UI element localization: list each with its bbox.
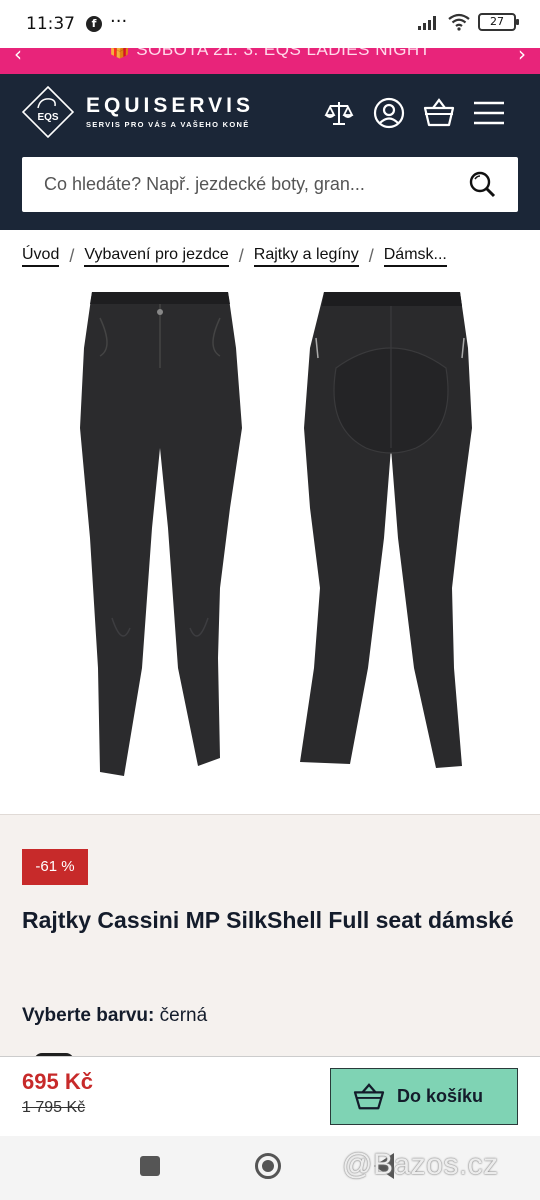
home-icon[interactable] xyxy=(255,1153,281,1179)
breadcrumb-separator: / xyxy=(69,246,75,266)
color-label: Vyberte barvu: xyxy=(22,1005,155,1026)
buy-bar: 695 Kč 1 795 Kč Do košíku xyxy=(0,1056,540,1136)
battery-level: 27 xyxy=(490,15,504,28)
add-to-cart-label: Do košíku xyxy=(397,1086,484,1106)
compare-icon[interactable] xyxy=(322,96,356,130)
wifi-icon xyxy=(448,13,470,31)
search-bar xyxy=(22,157,518,212)
more-notifications-icon: ··· xyxy=(110,11,128,32)
product-info: -61 % Rajtky Cassini MP SilkShell Full s… xyxy=(0,814,540,1061)
breadcrumb-home[interactable]: Úvod xyxy=(22,246,60,267)
status-time: 11:37 xyxy=(26,14,75,34)
user-icon[interactable] xyxy=(372,96,406,130)
product-image-back[interactable] xyxy=(296,288,486,788)
logo-text: EQS xyxy=(37,112,58,123)
menu-icon[interactable] xyxy=(472,96,506,130)
breadcrumb: Úvod / Vybavení pro jezdce / Rajtky a le… xyxy=(0,230,540,282)
site-header: EQS EQUISERVIS SERVIS PRO VÁS A VAŠEHO K… xyxy=(0,74,540,230)
color-selector-label: Vyberte barvu: černá xyxy=(22,1005,207,1027)
breadcrumb-separator: / xyxy=(368,246,374,266)
product-image-front[interactable] xyxy=(60,288,260,788)
basket-icon[interactable] xyxy=(422,96,456,130)
search-input[interactable] xyxy=(22,157,462,212)
discount-badge: -61 % xyxy=(22,849,88,885)
add-to-cart-button[interactable]: Do košíku xyxy=(330,1068,518,1125)
status-bar: 11:37 f ··· 27 xyxy=(0,0,540,48)
logo-icon[interactable]: EQS xyxy=(22,86,74,138)
search-icon[interactable] xyxy=(468,170,496,198)
recent-apps-icon[interactable] xyxy=(140,1156,160,1176)
product-gallery[interactable] xyxy=(0,282,540,814)
basket-icon xyxy=(353,1082,385,1109)
current-price: 695 Kč xyxy=(22,1069,93,1094)
breadcrumb-breeches[interactable]: Rajtky a legíny xyxy=(253,246,359,267)
promo-next-icon[interactable]: › xyxy=(518,48,526,66)
promo-banner[interactable]: ‹ 🎁 SOBOTA 21. 3. EQS LADIES NIGHT › xyxy=(0,48,540,74)
color-value: černá xyxy=(159,1005,208,1026)
breadcrumb-womens[interactable]: Dámsk... xyxy=(383,246,447,267)
product-title: Rajtky Cassini MP SilkShell Full seat dá… xyxy=(22,907,514,933)
brand-tagline: SERVIS PRO VÁS A VAŠEHO KONĚ xyxy=(86,120,250,129)
brand-name[interactable]: EQUISERVIS xyxy=(86,94,254,118)
breadcrumb-rider-equipment[interactable]: Vybavení pro jezdce xyxy=(84,246,229,267)
breadcrumb-separator: / xyxy=(238,246,244,266)
battery-icon: 27 xyxy=(478,13,519,31)
system-nav-bar: @Bazos.cz xyxy=(0,1136,540,1200)
promo-text: 🎁 SOBOTA 21. 3. EQS LADIES NIGHT xyxy=(109,48,431,59)
facebook-icon: f xyxy=(86,16,102,32)
signal-icon xyxy=(418,16,436,30)
old-price: 1 795 Kč xyxy=(22,1099,86,1116)
watermark: @Bazos.cz xyxy=(342,1148,499,1181)
